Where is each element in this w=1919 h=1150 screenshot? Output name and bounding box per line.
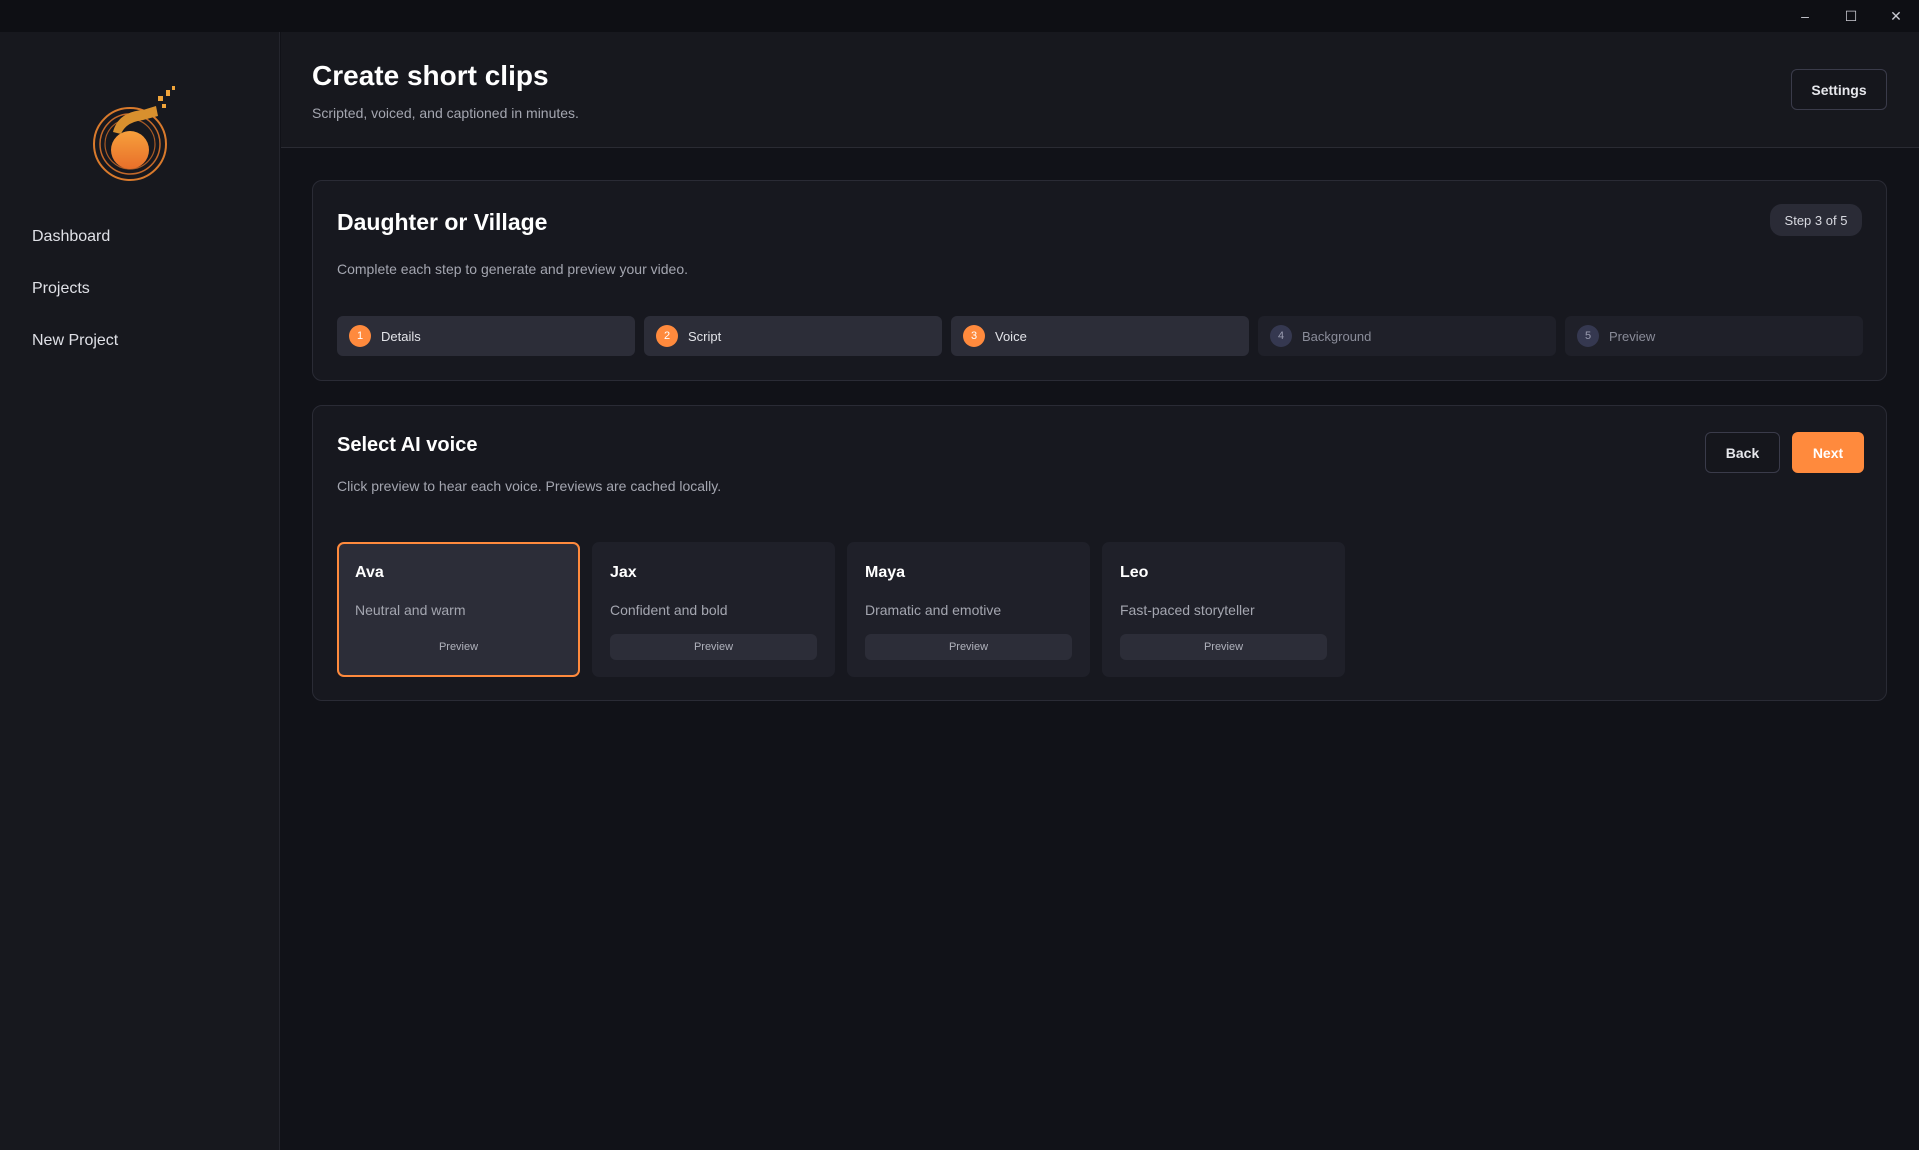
voice-name: Jax [610,564,637,582]
step-label: Script [688,329,721,344]
step-voice[interactable]: 3 Voice [951,316,1249,356]
step-label: Details [381,329,421,344]
voice-selection-card: Select AI voice Click preview to hear ea… [312,405,1887,701]
step-number: 2 [656,325,678,347]
project-title: Daughter or Village [337,209,547,236]
step-details[interactable]: 1 Details [337,316,635,356]
minimize-button[interactable]: – [1782,0,1828,32]
voice-description: Fast-paced storyteller [1120,602,1255,618]
voice-card-ava[interactable]: Ava Neutral and warm Preview [337,542,580,677]
section-description: Click preview to hear each voice. Previe… [337,478,721,494]
voice-card-leo[interactable]: Leo Fast-paced storyteller Preview [1102,542,1345,677]
back-button[interactable]: Back [1705,432,1780,473]
preview-button[interactable]: Preview [355,634,562,660]
voice-description: Dramatic and emotive [865,602,1001,618]
voice-name: Maya [865,564,905,582]
project-steps-card: Daughter or Village Step 3 of 5 Complete… [312,180,1887,381]
title-bar: – ☐ ✕ [0,0,1919,32]
settings-button[interactable]: Settings [1791,69,1887,110]
step-number: 3 [963,325,985,347]
maximize-button[interactable]: ☐ [1828,0,1874,32]
app-logo-icon [88,82,188,190]
section-title: Select AI voice [337,434,477,457]
step-number: 1 [349,325,371,347]
sidebar: Dashboard Projects New Project [0,32,280,1150]
voice-description: Neutral and warm [355,602,466,618]
page-header: Create short clips Scripted, voiced, and… [281,32,1919,148]
preview-button[interactable]: Preview [1120,634,1327,660]
voice-description: Confident and bold [610,602,728,618]
page-subtitle: Scripted, voiced, and captioned in minut… [312,105,579,121]
project-description: Complete each step to generate and previ… [337,261,688,277]
voice-list: Ava Neutral and warm Preview Jax Confident … [337,542,1345,677]
stepper: 1 Details 2 Script 3 Voice 4 Background 5 Pre… [337,316,1863,356]
voice-name: Ava [355,564,384,582]
next-button[interactable]: Next [1792,432,1864,473]
step-badge: Step 3 of 5 [1770,204,1862,236]
preview-button[interactable]: Preview [865,634,1072,660]
sidebar-item-new-project[interactable]: New Project [32,332,118,350]
step-label: Preview [1609,329,1655,344]
close-button[interactable]: ✕ [1873,0,1919,32]
step-background[interactable]: 4 Background [1258,316,1556,356]
step-script[interactable]: 2 Script [644,316,942,356]
step-preview[interactable]: 5 Preview [1565,316,1863,356]
sidebar-item-projects[interactable]: Projects [32,280,90,298]
preview-button[interactable]: Preview [610,634,817,660]
voice-name: Leo [1120,564,1148,582]
step-number: 5 [1577,325,1599,347]
step-label: Voice [995,329,1027,344]
step-number: 4 [1270,325,1292,347]
sidebar-item-dashboard[interactable]: Dashboard [32,228,110,246]
page-title: Create short clips [312,60,549,92]
voice-card-maya[interactable]: Maya Dramatic and emotive Preview [847,542,1090,677]
voice-card-jax[interactable]: Jax Confident and bold Preview [592,542,835,677]
step-label: Background [1302,329,1371,344]
